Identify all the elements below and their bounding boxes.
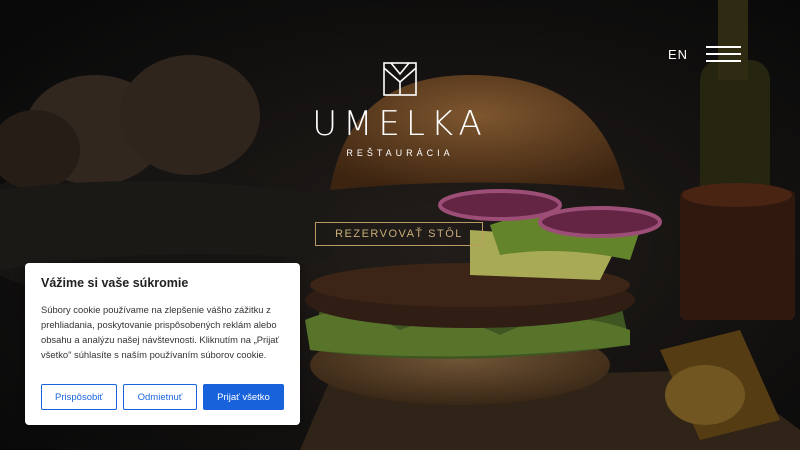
brand-subtitle: REŠTAURÁCIA bbox=[346, 148, 454, 158]
customize-cookies-button[interactable]: Prispôsobiť bbox=[41, 384, 117, 410]
hamburger-menu-icon[interactable] bbox=[706, 46, 741, 62]
cookie-title: Vážime si vaše súkromie bbox=[41, 276, 189, 290]
language-switcher[interactable]: EN bbox=[668, 47, 688, 62]
reject-cookies-button[interactable]: Odmietnuť bbox=[123, 384, 197, 410]
brand-name: UMELKA bbox=[312, 104, 488, 144]
accept-all-cookies-button[interactable]: Prijať všetko bbox=[203, 384, 284, 410]
umelka-logo-icon bbox=[383, 62, 417, 96]
cookie-consent-banner: Vážime si vaše súkromie Súbory cookie po… bbox=[25, 263, 300, 425]
cookie-button-group: Prispôsobiť Odmietnuť Prijať všetko bbox=[41, 384, 284, 410]
cookie-description: Súbory cookie používame na zlepšenie váš… bbox=[41, 304, 280, 360]
reserve-table-button[interactable]: REZERVOVAŤ STÔL bbox=[315, 222, 483, 246]
